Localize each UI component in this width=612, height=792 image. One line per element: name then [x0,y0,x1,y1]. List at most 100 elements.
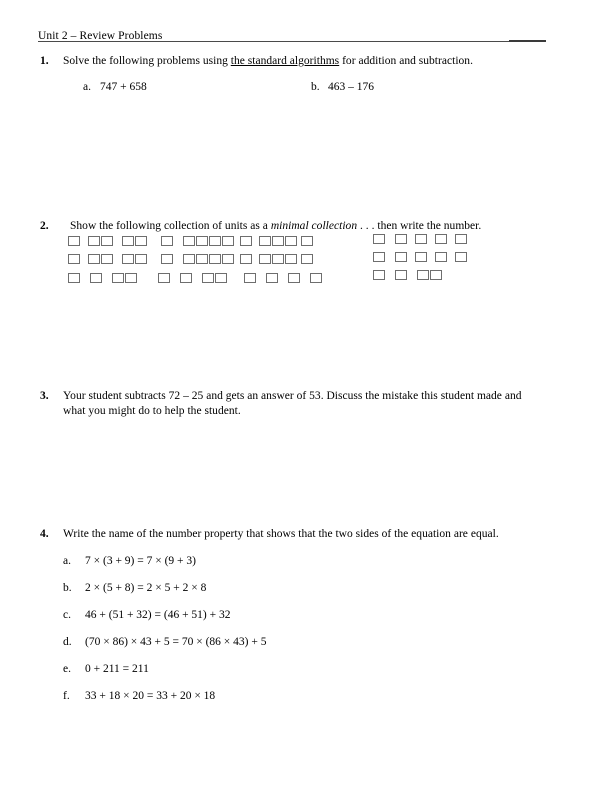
question-4-subitems: a. 7 × (3 + 9) = 7 × (9 + 3) b. 2 × (5 + 8… [63,554,560,716]
question-3-prompt-line2: what you might do to help the student. [63,405,241,417]
question-4-item-d: d. (70 × 86) × 43 + 5 = 70 × (86 × 43) + … [63,635,560,662]
unit-square-r2-c15 [301,254,313,264]
unit-square-block-r1-c2 [395,234,407,244]
unit-square-r1-c1 [68,236,80,246]
unit-square-r3-c6 [180,273,192,283]
unit-square-r1-c5 [135,236,147,246]
unit-square-block-r3-c4 [430,270,442,280]
unit-square-r3-c1 [68,273,80,283]
question-1-item-b-text: 463 – 176 [328,81,374,93]
unit-square-r2-c13 [272,254,284,264]
unit-square-r2-c3 [101,254,113,264]
question-4-item-e-text: 0 + 211 = 211 [85,663,149,675]
unit-square-block-r1-c4 [435,234,447,244]
document-page: Unit 2 – Review Problems 1. Solve the fo… [0,0,612,792]
unit-square-r3-c12 [310,273,322,283]
question-3-number: 3. [40,390,49,402]
question-4-item-b: b. 2 × (5 + 8) = 2 × 5 + 2 × 8 [63,581,560,608]
unit-square-r1-c15 [301,236,313,246]
question-2-prompt-italic: minimal collection [270,220,358,232]
question-2-prompt-part2: . . . then write the number. [357,220,482,232]
question-3-prompt-line1: Your student subtracts 72 – 25 and gets … [63,390,522,402]
question-1-item-a: a. 747 + 658 [83,80,147,95]
unit-square-r1-c3 [101,236,113,246]
question-1-item-b: b. 463 – 176 [311,80,374,95]
unit-square-r1-c11 [240,236,252,246]
question-2-number: 2. [40,220,49,232]
unit-square-r3-c2 [90,273,102,283]
unit-square-block-r3-c3 [417,270,429,280]
question-4: 4. Write the name of the number property… [40,527,560,716]
unit-square-r1-c4 [122,236,134,246]
unit-square-r2-c8 [196,254,208,264]
unit-square-r1-c13 [272,236,284,246]
question-1: 1. Solve the following problems using th… [40,54,560,95]
unit-square-r1-c2 [88,236,100,246]
question-1-item-b-letter: b. [311,81,320,93]
question-4-item-b-text: 2 × (5 + 8) = 2 × 5 + 2 × 8 [85,582,207,594]
unit-square-r3-c3 [112,273,124,283]
unit-square-r2-c4 [122,254,134,264]
question-1-prompt-part1: Solve the following problems using [63,55,231,67]
question-4-item-e: e. 0 + 211 = 211 [63,662,560,689]
unit-square-block-r1-c3 [415,234,427,244]
question-1-item-a-text: 747 + 658 [100,81,147,93]
unit-square-r3-c9 [244,273,256,283]
question-4-item-a-text: 7 × (3 + 9) = 7 × (9 + 3) [85,555,196,567]
question-1-number: 1. [40,55,49,67]
unit-square-block-r2-c2 [395,252,407,262]
question-4-item-a: a. 7 × (3 + 9) = 7 × (9 + 3) [63,554,560,581]
unit-square-block-r1-c1 [373,234,385,244]
header-underline-accent [509,40,546,42]
unit-square-r3-c10 [266,273,278,283]
unit-square-r3-c4 [125,273,137,283]
question-4-item-c: c. 46 + (51 + 32) = (46 + 51) + 32 [63,608,560,635]
unit-square-r3-c5 [158,273,170,283]
question-4-item-c-letter: c. [63,609,71,621]
question-3: 3. Your student subtracts 72 – 25 and ge… [40,389,560,419]
question-2-prompt-part1: Show the following collection of units a… [70,220,271,232]
question-4-item-d-text: (70 × 86) × 43 + 5 = 70 × (86 × 43) + 5 [85,636,267,648]
question-2-prompt: Show the following collection of units a… [70,219,580,234]
question-4-number: 4. [40,528,49,540]
unit-square-block-r2-c3 [415,252,427,262]
unit-square-r1-c8 [196,236,208,246]
unit-square-r1-c9 [209,236,221,246]
question-4-item-f-letter: f. [63,690,70,702]
unit-square-r2-c11 [240,254,252,264]
unit-square-r1-c10 [222,236,234,246]
question-1-item-a-letter: a. [83,81,91,93]
unit-square-block-r2-c4 [435,252,447,262]
question-4-item-a-letter: a. [63,555,71,567]
question-1-prompt-underlined: the standard algorithms [230,55,340,67]
question-1-prompt: Solve the following problems using the s… [63,54,560,69]
question-4-prompt: Write the name of the number property th… [63,528,499,540]
question-4-item-f-text: 33 + 18 × 20 = 33 + 20 × 18 [85,690,216,702]
unit-square-r2-c7 [183,254,195,264]
question-4-item-e-letter: e. [63,663,71,675]
unit-square-r3-c11 [288,273,300,283]
question-4-item-d-letter: d. [63,636,72,648]
unit-square-block-r2-c5 [455,252,467,262]
unit-square-r3-c8 [215,273,227,283]
unit-square-r2-c1 [68,254,80,264]
unit-square-block-r2-c1 [373,252,385,262]
unit-square-r2-c9 [209,254,221,264]
unit-square-r2-c6 [161,254,173,264]
unit-square-r1-c12 [259,236,271,246]
unit-square-block-r3-c1 [373,270,385,280]
unit-square-r1-c6 [161,236,173,246]
question-4-item-b-letter: b. [63,582,72,594]
question-4-item-c-text: 46 + (51 + 32) = (46 + 51) + 32 [85,609,231,621]
unit-square-r1-c14 [285,236,297,246]
unit-square-r2-c12 [259,254,271,264]
unit-square-r2-c10 [222,254,234,264]
question-1-prompt-part2: for addition and subtraction. [339,55,473,67]
header-underline-rule [38,41,546,42]
unit-square-block-r3-c2 [395,270,407,280]
unit-squares-diagram [63,234,493,294]
unit-square-r2-c5 [135,254,147,264]
unit-square-r2-c14 [285,254,297,264]
question-4-item-f: f. 33 + 18 × 20 = 33 + 20 × 18 [63,689,560,716]
unit-square-r3-c7 [202,273,214,283]
